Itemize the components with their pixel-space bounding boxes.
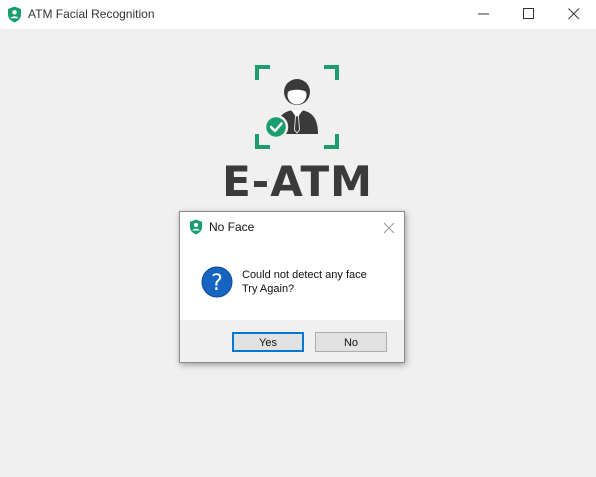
maximize-button[interactable] [506,0,552,29]
no-button[interactable]: No [315,332,387,352]
dialog-message: Could not detect any face Try Again? [242,268,367,296]
close-icon [568,8,580,20]
question-icon: ? [201,266,233,298]
svg-text:?: ? [211,271,223,296]
shield-icon [189,219,203,235]
dialog-title: No Face [209,220,255,234]
dialog-close-button[interactable] [383,221,395,234]
no-face-dialog: No Face ? Could not detect any face Try … [179,211,405,363]
close-icon [383,222,395,234]
minimize-button[interactable] [461,0,507,29]
dialog-button-bar: Yes No [180,320,404,362]
dialog-message-line-2: Try Again? [242,283,295,295]
yes-button[interactable]: Yes [232,332,304,352]
brand-wordmark: E-ATM [222,157,373,206]
maximize-icon [523,8,534,19]
title-bar: ATM Facial Recognition [0,0,596,29]
window-title: ATM Facial Recognition [28,7,155,21]
shield-icon [7,6,22,23]
minimize-icon [478,13,489,15]
dialog-message-line-1: Could not detect any face [242,269,367,281]
close-button[interactable] [551,0,596,29]
face-recognition-icon [254,64,340,150]
